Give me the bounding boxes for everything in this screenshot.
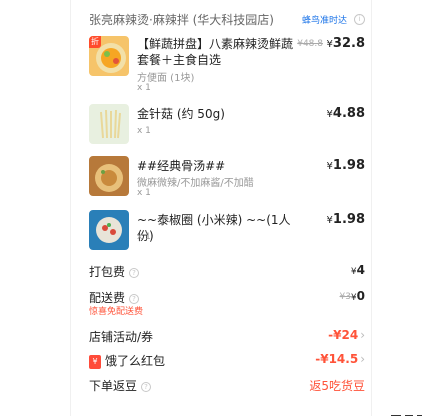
item-name: 【鲜蔬拼盘】八素麻辣烫鲜蔬套餐＋主食自选 [137, 37, 294, 67]
item-price: ¥32.8 [326, 36, 365, 51]
food-image-icon [89, 156, 129, 196]
bottom-cutoff-content [389, 406, 422, 416]
shop-header[interactable]: 张亮麻辣烫·麻辣拌 (华大科技园店) 蜂鸟准时达 i [89, 11, 365, 29]
packing-fee-label: 打包费? [89, 263, 140, 280]
help-icon[interactable]: ? [129, 293, 140, 304]
packing-fee-value: ¥4 [350, 263, 365, 277]
food-image-icon [89, 104, 129, 144]
item-qty: x 1 [137, 188, 151, 198]
item-name: ~~泰椒圈 (小米辣) ~~(1人份) [137, 213, 291, 243]
food-image-icon [89, 210, 129, 250]
packing-fee-row: 打包费? ¥4 [89, 263, 365, 281]
beans-label: 下单返豆? [89, 377, 152, 394]
item-qty: x 1 [137, 232, 151, 242]
item-name: ##经典骨汤## [137, 159, 226, 173]
order-item: 折 【鲜蔬拼盘】八素麻辣烫鲜蔬套餐＋主食自选 方便面 (1块) x 1 ¥48.… [89, 36, 365, 93]
chevron-right-icon: › [360, 352, 365, 366]
store-coupon-row[interactable]: 店铺活动/券 -¥24 › [89, 328, 365, 346]
item-qty: x 1 [137, 126, 151, 136]
chevron-right-icon: › [360, 328, 365, 342]
original-price: ¥48.8 [297, 39, 323, 49]
delivery-fee-value: ¥0 [350, 289, 365, 303]
beans-row: 下单返豆? 返5吃货豆 [89, 377, 365, 395]
item-spec: 方便面 (1块) [137, 73, 195, 84]
delivery-original-fee: ¥3 [339, 292, 351, 302]
store-coupon-value[interactable]: -¥24 › [328, 328, 365, 342]
help-icon[interactable]: ? [141, 381, 152, 392]
item-qty: x 1 [137, 83, 151, 93]
item-price: ¥4.88 [326, 106, 365, 121]
delivery-free-note: 惊喜免配送费 [89, 307, 144, 317]
help-icon[interactable]: ? [129, 267, 140, 278]
red-packet-label: ¥ 饿了么红包 [89, 352, 165, 369]
beans-value: 返5吃货豆 [309, 379, 365, 393]
red-packet-icon: ¥ [89, 354, 101, 369]
red-packet-row[interactable]: ¥ 饿了么红包 -¥14.5 › [89, 352, 365, 370]
order-item: ~~泰椒圈 (小米辣) ~~(1人份) x 1 ¥1.98 [89, 210, 365, 250]
food-thumbnail [89, 210, 129, 250]
item-name: 金针菇 (约 50g) [137, 107, 225, 121]
shop-name[interactable]: 张亮麻辣烫·麻辣拌 (华大科技园店) [89, 11, 274, 28]
food-thumbnail [89, 156, 129, 196]
item-price: ¥1.98 [326, 212, 365, 227]
discount-badge: 折 [89, 36, 101, 48]
food-thumbnail: 折 [89, 36, 129, 76]
item-spec: 微麻微辣/不加麻酱/不加醋 [137, 178, 254, 189]
order-item: 金针菇 (约 50g) x 1 ¥4.88 [89, 104, 365, 144]
delivery-tag: 蜂鸟准时达 [301, 16, 347, 26]
order-card: 张亮麻辣烫·麻辣拌 (华大科技园店) 蜂鸟准时达 i 折 【鲜蔬拼盘】八素麻辣烫… [70, 0, 422, 416]
food-thumbnail [89, 104, 129, 144]
red-packet-value[interactable]: -¥14.5 › [315, 352, 365, 366]
order-item: ##经典骨汤## 微麻微辣/不加麻酱/不加醋 x 1 ¥1.98 [89, 156, 365, 198]
item-price: ¥1.98 [326, 158, 365, 173]
info-icon[interactable]: i [354, 14, 365, 25]
store-coupon-label: 店铺活动/券 [89, 330, 154, 344]
